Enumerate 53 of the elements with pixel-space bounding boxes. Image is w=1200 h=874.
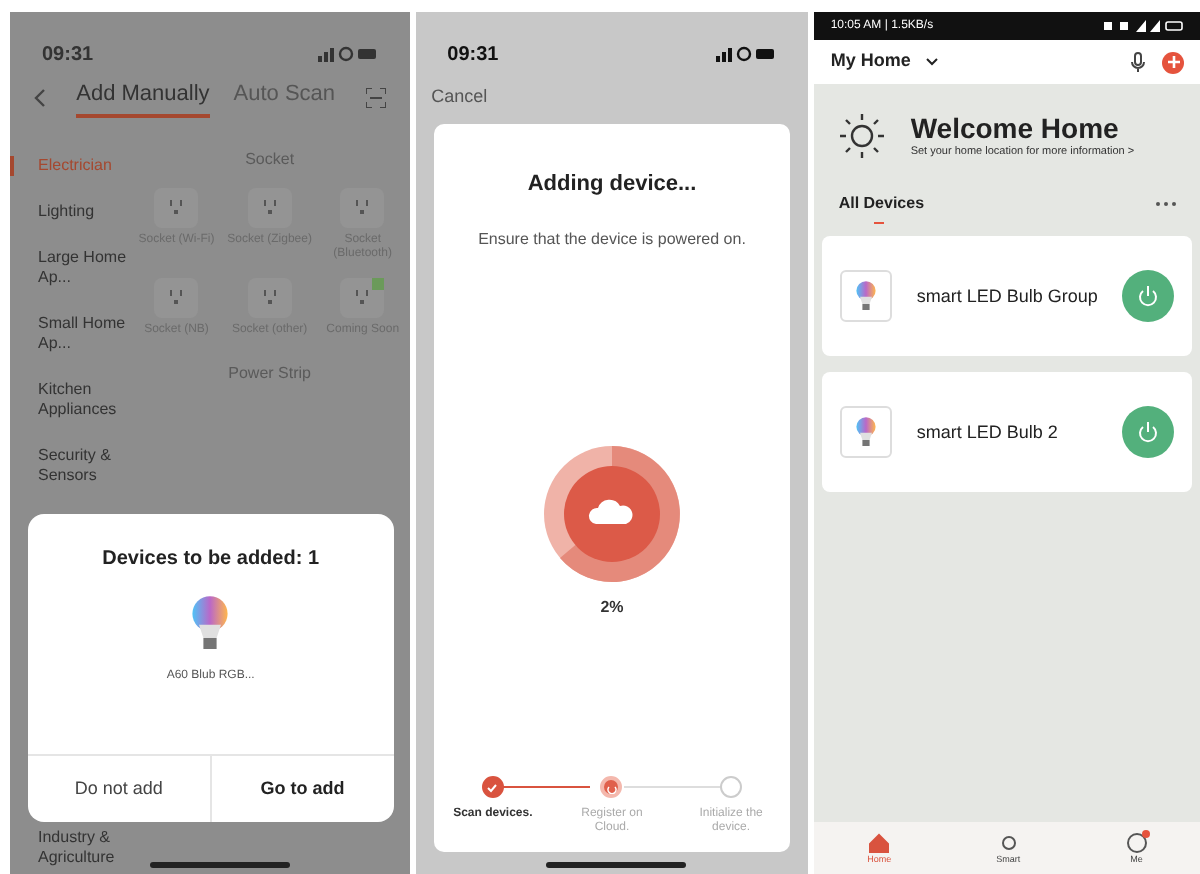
category-item[interactable]: Large Home Ap... <box>10 248 130 288</box>
power-button[interactable] <box>1122 270 1174 323</box>
device-tile[interactable] <box>340 278 385 318</box>
bulb-icon <box>854 279 879 314</box>
category-item[interactable]: Lighting <box>10 202 130 222</box>
category-item[interactable]: Small Home Ap... <box>10 314 130 354</box>
tab[interactable]: Add Manually <box>76 77 210 119</box>
device-name: smart LED Bulb 2 <box>916 419 1060 445</box>
progress-percent: 2% <box>600 596 624 620</box>
socket-icon <box>354 290 371 306</box>
category-item[interactable]: Security & Sensors <box>10 446 130 486</box>
status-icons <box>1104 20 1184 32</box>
device-tile[interactable] <box>340 188 385 228</box>
scan-icon[interactable] <box>365 88 386 108</box>
status-icons <box>716 46 777 62</box>
category-item[interactable]: Industry & Agriculture <box>10 828 130 868</box>
power-icon <box>1136 284 1160 309</box>
device-tile[interactable] <box>247 188 292 228</box>
add-icon[interactable] <box>1162 51 1184 73</box>
device-card[interactable]: smart LED Bulb Group <box>822 236 1192 357</box>
power-icon <box>1136 420 1160 445</box>
chevron-down-icon[interactable] <box>926 58 939 66</box>
tab[interactable]: Auto Scan <box>233 77 336 119</box>
socket-icon <box>261 200 278 216</box>
dialog-button[interactable]: Do not add <box>28 756 210 822</box>
device-tile[interactable] <box>154 278 199 318</box>
back-icon[interactable] <box>34 88 46 108</box>
socket-icon <box>354 200 371 216</box>
device-tile[interactable] <box>154 188 199 228</box>
socket-icon <box>168 290 185 306</box>
status-time: 09:31 <box>42 41 94 69</box>
cloud-progress-ring <box>541 444 682 584</box>
socket-icon <box>261 290 278 306</box>
power-button[interactable] <box>1122 406 1174 459</box>
card-subtitle: Ensure that the device is powered on. <box>478 228 746 252</box>
category-item[interactable]: Kitchen Appliances <box>10 380 130 420</box>
microphone-icon[interactable] <box>1130 52 1146 72</box>
device-tile[interactable] <box>247 278 292 318</box>
profile-icon <box>1125 832 1148 854</box>
card-title: Adding device... <box>527 169 697 199</box>
home-selector[interactable]: My Home <box>830 48 911 76</box>
socket-icon <box>168 200 185 216</box>
dialog-title: Devices to be added: 1 <box>100 546 322 574</box>
device-card[interactable]: smart LED Bulb 2 <box>822 372 1192 493</box>
dialog-button[interactable]: Go to add <box>209 756 394 822</box>
home-icon <box>868 832 891 854</box>
more-icon[interactable] <box>1156 202 1176 207</box>
welcome-title: Welcome Home <box>910 112 1121 144</box>
bulb-icon <box>854 415 879 450</box>
device-name: smart LED Bulb Group <box>916 283 1098 310</box>
cancel-link[interactable]: Cancel <box>415 84 504 111</box>
status-time: 09:31 <box>447 41 499 69</box>
status-icons <box>317 46 378 62</box>
